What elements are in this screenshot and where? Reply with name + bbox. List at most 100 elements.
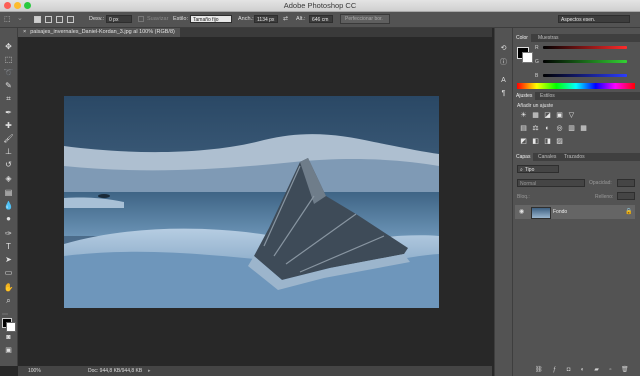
- fill-input[interactable]: [617, 192, 635, 200]
- eyedropper-icon[interactable]: ✒: [3, 108, 14, 118]
- quick-select-icon[interactable]: ✎: [3, 81, 14, 91]
- refine-edge-button[interactable]: Perfeccionar bor.: [340, 14, 390, 24]
- title-bar: Adobe Photoshop CC: [0, 0, 640, 12]
- document-canvas[interactable]: [18, 37, 492, 366]
- workspace-select[interactable]: Aspectos esen.: [558, 15, 630, 23]
- levels-icon[interactable]: ▦: [531, 111, 540, 120]
- layer-filter-select[interactable]: ⌕ Tipo: [517, 165, 559, 173]
- photo-filter-icon[interactable]: ◎: [555, 124, 564, 133]
- threshold-icon[interactable]: ◨: [543, 137, 552, 146]
- red-slider[interactable]: [543, 46, 627, 49]
- clone-stamp-icon[interactable]: ⊥: [3, 147, 14, 157]
- exposure-icon[interactable]: ▣: [555, 111, 564, 120]
- zoom-level[interactable]: 100%: [28, 366, 41, 376]
- add-selection-icon[interactable]: [45, 16, 52, 23]
- lock-icon: 🔒: [625, 209, 633, 215]
- new-layer-icon[interactable]: ▫: [607, 367, 614, 374]
- feather-input[interactable]: 0 px: [106, 15, 132, 23]
- status-menu-arrow-icon[interactable]: ▸: [148, 366, 151, 376]
- tab-channels[interactable]: Canales: [535, 153, 559, 161]
- path-select-icon[interactable]: ➤: [3, 255, 14, 265]
- antialias-label: Suavizar: [147, 16, 169, 22]
- tab-adjustments[interactable]: Ajustes: [513, 92, 536, 100]
- quick-mask-icon[interactable]: ◙: [3, 333, 14, 343]
- document-tab-bar: × paisajes_invernales_Daniel-Kordan_3.jpg…: [18, 28, 492, 37]
- tab-color[interactable]: Color: [513, 34, 531, 42]
- background-color-swatch[interactable]: [6, 322, 16, 332]
- link-layers-icon[interactable]: ⛓: [535, 367, 543, 374]
- healing-brush-icon[interactable]: ✚: [3, 121, 14, 131]
- document-tab[interactable]: × paisajes_invernales_Daniel-Kordan_3.jpg…: [18, 28, 180, 37]
- new-group-icon[interactable]: ▰: [593, 367, 600, 374]
- layer-row[interactable]: ◉ Fondo 🔒: [515, 205, 635, 219]
- background-color-preview[interactable]: [522, 52, 533, 63]
- brightness-icon[interactable]: ☀: [519, 111, 528, 120]
- color-spectrum-bar[interactable]: [517, 83, 635, 89]
- curves-icon[interactable]: ◪: [543, 111, 552, 120]
- tab-layers[interactable]: Capas: [513, 153, 534, 161]
- info-icon[interactable]: ⓘ: [499, 58, 508, 67]
- intersect-selection-icon[interactable]: [67, 16, 74, 23]
- new-selection-icon[interactable]: [34, 16, 41, 23]
- style-label: Estilo:: [173, 16, 188, 22]
- chevron-down-icon[interactable]: ⌄: [17, 14, 23, 22]
- black-white-icon[interactable]: ◐: [543, 124, 552, 133]
- style-select-value: Tamaño fijo: [193, 17, 219, 23]
- fx-icon[interactable]: ƒ: [551, 367, 558, 374]
- screen-mode-icon[interactable]: ▣: [3, 346, 14, 356]
- status-bar: 100% Doc: 944,8 KB/944,8 KB ▸: [18, 366, 492, 376]
- add-mask-icon[interactable]: ◘: [565, 367, 572, 374]
- history-icon[interactable]: ⟲: [499, 44, 508, 53]
- gradient-map-icon[interactable]: ▨: [555, 137, 564, 146]
- tab-swatches[interactable]: Muestras: [535, 34, 562, 42]
- trash-icon[interactable]: 🗑: [621, 367, 629, 374]
- eraser-icon[interactable]: ◈: [3, 174, 14, 184]
- hand-icon[interactable]: ✋: [3, 283, 14, 293]
- tab-styles[interactable]: Estilos: [537, 92, 558, 100]
- character-icon[interactable]: A: [499, 76, 508, 85]
- swap-dimensions-icon[interactable]: ⇄: [283, 15, 288, 22]
- opacity-label: Opacidad:: [589, 180, 612, 186]
- tools-panel: ✥ ⬚ ➰ ✎ ⌗ ✒ ✚ 🖌 ⊥ ↺ ◈ ▤ 💧 ● ✑ T ➤ ▭ ✋ ⌕ …: [0, 28, 18, 366]
- history-brush-icon[interactable]: ↺: [3, 160, 14, 170]
- color-lookup-icon[interactable]: ▦: [579, 124, 588, 133]
- marquee-icon[interactable]: ⬚: [3, 55, 14, 65]
- close-tab-icon[interactable]: ×: [23, 29, 26, 35]
- adjustments-panel-tabs: Ajustes Estilos: [513, 92, 640, 100]
- rectangle-icon[interactable]: ▭: [3, 268, 14, 278]
- width-input[interactable]: 1134 px: [254, 15, 278, 23]
- paragraph-icon[interactable]: ¶: [499, 89, 508, 98]
- more-tools-icon[interactable]: ⋯: [2, 311, 8, 318]
- style-select[interactable]: Tamaño fijo: [190, 15, 232, 23]
- blur-icon[interactable]: 💧: [3, 201, 14, 211]
- antialias-checkbox[interactable]: [138, 16, 144, 22]
- posterize-icon[interactable]: ◧: [531, 137, 540, 146]
- pen-icon[interactable]: ✑: [3, 229, 14, 239]
- type-icon[interactable]: T: [3, 242, 14, 252]
- new-adjustment-icon[interactable]: ◐: [579, 367, 586, 374]
- dodge-icon[interactable]: ●: [3, 214, 14, 224]
- brush-icon[interactable]: 🖌: [3, 134, 14, 144]
- document-info: Doc: 944,8 KB/944,8 KB: [88, 368, 143, 374]
- green-slider[interactable]: [543, 60, 627, 63]
- gradient-icon[interactable]: ▤: [3, 188, 14, 198]
- hue-saturation-icon[interactable]: ▤: [519, 124, 528, 133]
- blue-slider[interactable]: [543, 74, 627, 77]
- eye-icon[interactable]: ◉: [519, 208, 524, 215]
- height-input[interactable]: 646 cm: [309, 15, 333, 23]
- marquee-tool-preset-icon[interactable]: ⬚: [4, 15, 11, 23]
- channel-g-label: G: [535, 59, 539, 65]
- channel-mixer-icon[interactable]: ▥: [567, 124, 576, 133]
- opacity-input[interactable]: [617, 179, 635, 187]
- invert-icon[interactable]: ◩: [519, 137, 528, 146]
- add-adjustment-label: Añadir un ajuste: [517, 103, 554, 109]
- blend-mode-select[interactable]: Normal: [517, 179, 585, 187]
- vibrance-icon[interactable]: ▽: [567, 111, 576, 120]
- crop-icon[interactable]: ⌗: [3, 94, 14, 104]
- zoom-icon[interactable]: ⌕: [3, 296, 14, 306]
- tab-paths[interactable]: Trazados: [561, 153, 588, 161]
- color-balance-icon[interactable]: ⚖: [531, 124, 540, 133]
- lasso-icon[interactable]: ➰: [3, 68, 14, 78]
- subtract-selection-icon[interactable]: [56, 16, 63, 23]
- move-icon[interactable]: ✥: [3, 42, 14, 52]
